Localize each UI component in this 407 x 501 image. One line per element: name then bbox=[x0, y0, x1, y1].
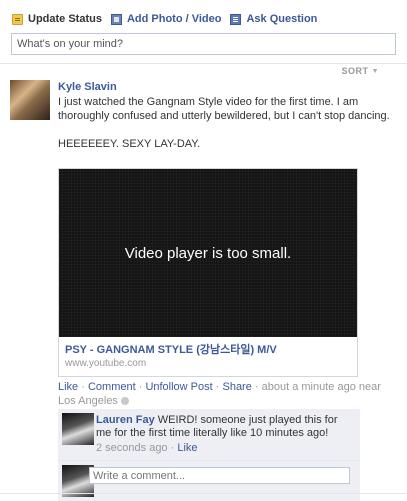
attachment-title-link[interactable]: PSY - GANGNAM STYLE (강남스타일) M/V bbox=[65, 344, 351, 357]
comments-section: Lauren Fay WEIRD! someone just played th… bbox=[58, 409, 360, 501]
attachment-info: PSY - GANGNAM STYLE (강남스타일) M/V www.yout… bbox=[59, 337, 357, 376]
post-author-name[interactable]: Kyle Slavin bbox=[58, 80, 396, 95]
tab-add-photo-video[interactable]: Add Photo / Video bbox=[110, 13, 222, 25]
sort-label: SORT bbox=[341, 66, 369, 76]
status-icon bbox=[12, 13, 23, 25]
video-player-message: Video player is too small. bbox=[124, 244, 292, 262]
tab-update-status[interactable]: Update Status bbox=[12, 13, 102, 25]
comment-author-name[interactable]: Lauren Fay bbox=[96, 414, 155, 426]
comment-meta: 2 seconds ago · Like bbox=[96, 442, 198, 454]
status-input[interactable] bbox=[11, 33, 396, 55]
story-bottom-divider bbox=[0, 493, 407, 494]
post-message-line-1: I just watched the Gangnam Style video f… bbox=[58, 96, 390, 122]
comment-link[interactable]: Comment bbox=[88, 381, 136, 393]
globe-icon bbox=[120, 397, 129, 405]
comment-time[interactable]: 2 seconds ago bbox=[96, 442, 168, 454]
unfollow-post-link[interactable]: Unfollow Post bbox=[145, 381, 212, 393]
post-author-avatar[interactable] bbox=[10, 80, 50, 120]
comment-input[interactable] bbox=[89, 467, 350, 484]
tab-ask-question-label: Ask Question bbox=[246, 13, 318, 25]
photo-icon bbox=[110, 13, 122, 25]
comment-author-avatar[interactable] bbox=[62, 413, 94, 445]
like-link[interactable]: Like bbox=[58, 381, 78, 393]
question-icon bbox=[230, 13, 242, 25]
write-comment-row bbox=[58, 461, 360, 501]
comment-item: Lauren Fay WEIRD! someone just played th… bbox=[58, 409, 360, 461]
composer-tabs: Update Status Add Photo / Video Ask Ques… bbox=[12, 10, 326, 28]
comment-body: Lauren Fay WEIRD! someone just played th… bbox=[96, 414, 355, 440]
tab-ask-question[interactable]: Ask Question bbox=[230, 13, 317, 25]
post-message: I just watched the Gangnam Style video f… bbox=[58, 95, 396, 151]
tab-add-photo-video-label: Add Photo / Video bbox=[126, 13, 222, 25]
attachment-domain: www.youtube.com bbox=[65, 358, 147, 369]
post-message-line-2: HEEEEEEY. SEXY LAY-DAY. bbox=[58, 138, 201, 150]
video-player[interactable]: Video player is too small. bbox=[59, 169, 357, 337]
video-attachment: Video player is too small. PSY - GANGNAM… bbox=[58, 168, 358, 377]
story-post: Kyle Slavin I just watched the Gangnam S… bbox=[58, 80, 396, 151]
sort-dropdown[interactable]: SORT ▼ bbox=[342, 66, 379, 76]
chevron-down-icon: ▼ bbox=[371, 67, 379, 75]
comment-like-link[interactable]: Like bbox=[177, 442, 197, 454]
post-actions: Like · Comment · Unfollow Post · Share ·… bbox=[58, 381, 381, 407]
feed-divider bbox=[0, 63, 407, 64]
share-link[interactable]: Share bbox=[222, 381, 251, 393]
tab-update-status-label: Update Status bbox=[28, 13, 102, 25]
